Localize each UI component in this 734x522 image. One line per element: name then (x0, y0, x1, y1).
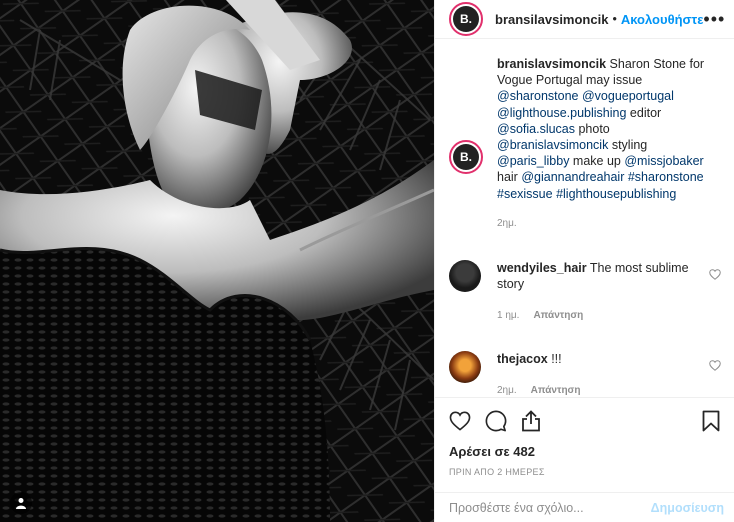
action-icons-row (449, 406, 720, 436)
caption-tag-link[interactable]: #sexissue (497, 187, 553, 201)
caption-tag-link[interactable]: @vogueportugal (582, 89, 674, 103)
likes-count[interactable]: Αρέσει σε 482 (449, 444, 720, 459)
more-options-icon[interactable]: ••• (703, 10, 725, 28)
follow-button[interactable]: Ακολουθήστε (621, 12, 704, 27)
post-photo[interactable] (0, 0, 434, 522)
caption-text-segment: hair (497, 170, 522, 185)
commenter-username[interactable]: thejacox (497, 352, 548, 366)
user-tag-button[interactable] (10, 492, 32, 514)
comment-age: 1 ημ. (497, 310, 520, 322)
like-comment-heart-icon[interactable] (709, 359, 721, 375)
caption-age: 2ημ. (497, 217, 517, 229)
caption-author-avatar[interactable]: B. (449, 140, 483, 174)
caption-tag-link[interactable]: @giannandreahair (521, 170, 624, 184)
post-actions: Αρέσει σε 482 ΠΡΙΝ ΑΠΟ 2 ΗΜΕΡΕΣ (435, 397, 734, 477)
comment-age: 2ημ. (497, 384, 517, 396)
comment-meta: 1 ημ. Απάντηση (497, 308, 721, 324)
comment-input[interactable] (449, 500, 651, 515)
reply-button[interactable]: Απάντηση (533, 310, 583, 321)
heart-icon[interactable] (449, 411, 471, 431)
comment-item: wendyiles_hair The most sublime story 1 η… (449, 260, 721, 325)
commenter-avatar[interactable] (449, 260, 481, 293)
caption-tag-link[interactable]: @branislavsimoncik (497, 138, 608, 152)
caption-meta: 2ημ. (497, 216, 722, 232)
share-icon[interactable] (521, 410, 541, 432)
caption-tag-link[interactable]: #lighthousepublishing (556, 187, 676, 201)
commenter-avatar[interactable] (449, 350, 481, 383)
caption-tag-link[interactable]: @missjobaker (624, 154, 703, 168)
commenter-username[interactable]: wendyiles_hair (497, 261, 587, 275)
post-timestamp[interactable]: ΠΡΙΝ ΑΠΟ 2 ΗΜΕΡΕΣ (449, 467, 720, 477)
caption-tag-link[interactable]: @lighthouse.publishing (497, 106, 626, 120)
post-side-panel: B. bransilavsimoncik • Ακολουθήστε ••• B… (434, 0, 734, 522)
comment-icon[interactable] (485, 410, 507, 432)
caption-tag-link[interactable]: @paris_libby (497, 154, 569, 168)
caption-body-text: Sharon Stone for Vogue Portugal may issu… (497, 57, 704, 201)
photo-artwork (0, 0, 434, 522)
caption-text-segment: editor (626, 105, 662, 120)
caption-text-segment: photo (575, 121, 610, 136)
caption-tag-link[interactable]: @sofia.slucas (497, 122, 575, 136)
caption-text-segment: styling (608, 138, 648, 153)
author-avatar[interactable]: B. (449, 2, 483, 36)
author-username[interactable]: bransilavsimoncik (495, 12, 608, 27)
bookmark-icon[interactable] (702, 410, 720, 432)
user-tag-icon (16, 498, 26, 509)
comment-text: !!! (547, 351, 562, 366)
comments-list: B. branislavsimoncik Sharon Stone for Vo… (435, 56, 734, 399)
caption-username[interactable]: branislavsimoncik (497, 57, 606, 71)
separator-dot: • (612, 12, 617, 26)
like-comment-heart-icon[interactable] (709, 268, 721, 284)
caption-tag-link[interactable]: @sharonstone (497, 89, 579, 103)
post-comment-button[interactable]: Δημοσίευση (651, 501, 734, 515)
caption-tag-link[interactable]: #sharonstone (628, 170, 704, 184)
comment-item: thejacox !!! 2ημ. Απάντηση (449, 350, 721, 399)
post-header: B. bransilavsimoncik • Ακολουθήστε ••• (435, 0, 734, 39)
caption-text-segment: make up (569, 154, 625, 169)
add-comment-bar: Δημοσίευση (435, 492, 734, 522)
caption-text: branislavsimoncik Sharon Stone for Vogue… (497, 56, 722, 232)
reply-button[interactable]: Απάντηση (531, 385, 581, 396)
